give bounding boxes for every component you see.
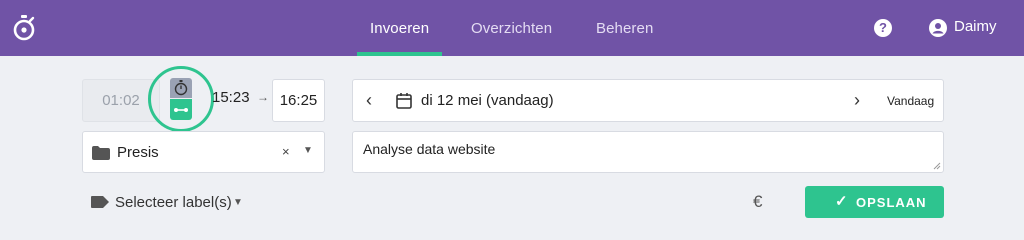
resize-handle-icon[interactable] xyxy=(933,162,941,170)
tag-icon xyxy=(91,196,109,208)
tab-beheren[interactable]: Beheren xyxy=(596,0,653,56)
project-value: Presis xyxy=(117,144,159,161)
active-tab-indicator xyxy=(357,52,442,56)
chevron-right-icon[interactable]: › xyxy=(854,90,860,111)
highlight-circle xyxy=(148,66,214,132)
tab-invoeren[interactable]: Invoeren xyxy=(370,0,429,56)
clear-icon[interactable]: × xyxy=(282,144,290,159)
project-select[interactable]: Presis × ▼ xyxy=(82,131,325,173)
date-picker: ‹ di 12 mei (vandaag) › Vandaag xyxy=(352,79,944,122)
top-navigation-bar: Invoeren Overzichten Beheren ? Daimy xyxy=(0,0,1024,56)
euro-icon[interactable]: € xyxy=(753,192,762,212)
description-textarea[interactable]: Analyse data website xyxy=(352,131,944,173)
end-time-field[interactable]: 16:25 xyxy=(272,79,325,122)
arrow-right-icon: → xyxy=(257,90,269,104)
chevron-left-icon[interactable]: ‹ xyxy=(366,90,372,111)
folder-icon xyxy=(92,146,110,160)
start-time-field[interactable]: 15:23 xyxy=(212,89,250,106)
help-icon[interactable]: ? xyxy=(874,19,892,37)
stopwatch-logo-icon[interactable] xyxy=(12,14,36,42)
description-value: Analyse data website xyxy=(363,141,496,157)
caret-down-icon[interactable]: ▼ xyxy=(303,145,313,156)
date-label[interactable]: di 12 mei (vandaag) xyxy=(421,92,554,109)
today-button[interactable]: Vandaag xyxy=(887,94,934,108)
save-button-label: OPSLAAN xyxy=(856,195,927,210)
calendar-icon[interactable] xyxy=(396,92,412,109)
user-circle-icon[interactable] xyxy=(929,19,947,37)
check-icon: ✓ xyxy=(835,193,849,210)
save-button[interactable]: ✓ OPSLAAN xyxy=(805,186,944,218)
label-select[interactable]: Selecteer label(s) xyxy=(115,194,232,211)
caret-down-icon[interactable]: ▼ xyxy=(233,197,243,208)
tab-overzichten[interactable]: Overzichten xyxy=(471,0,552,56)
user-name[interactable]: Daimy xyxy=(954,18,997,35)
